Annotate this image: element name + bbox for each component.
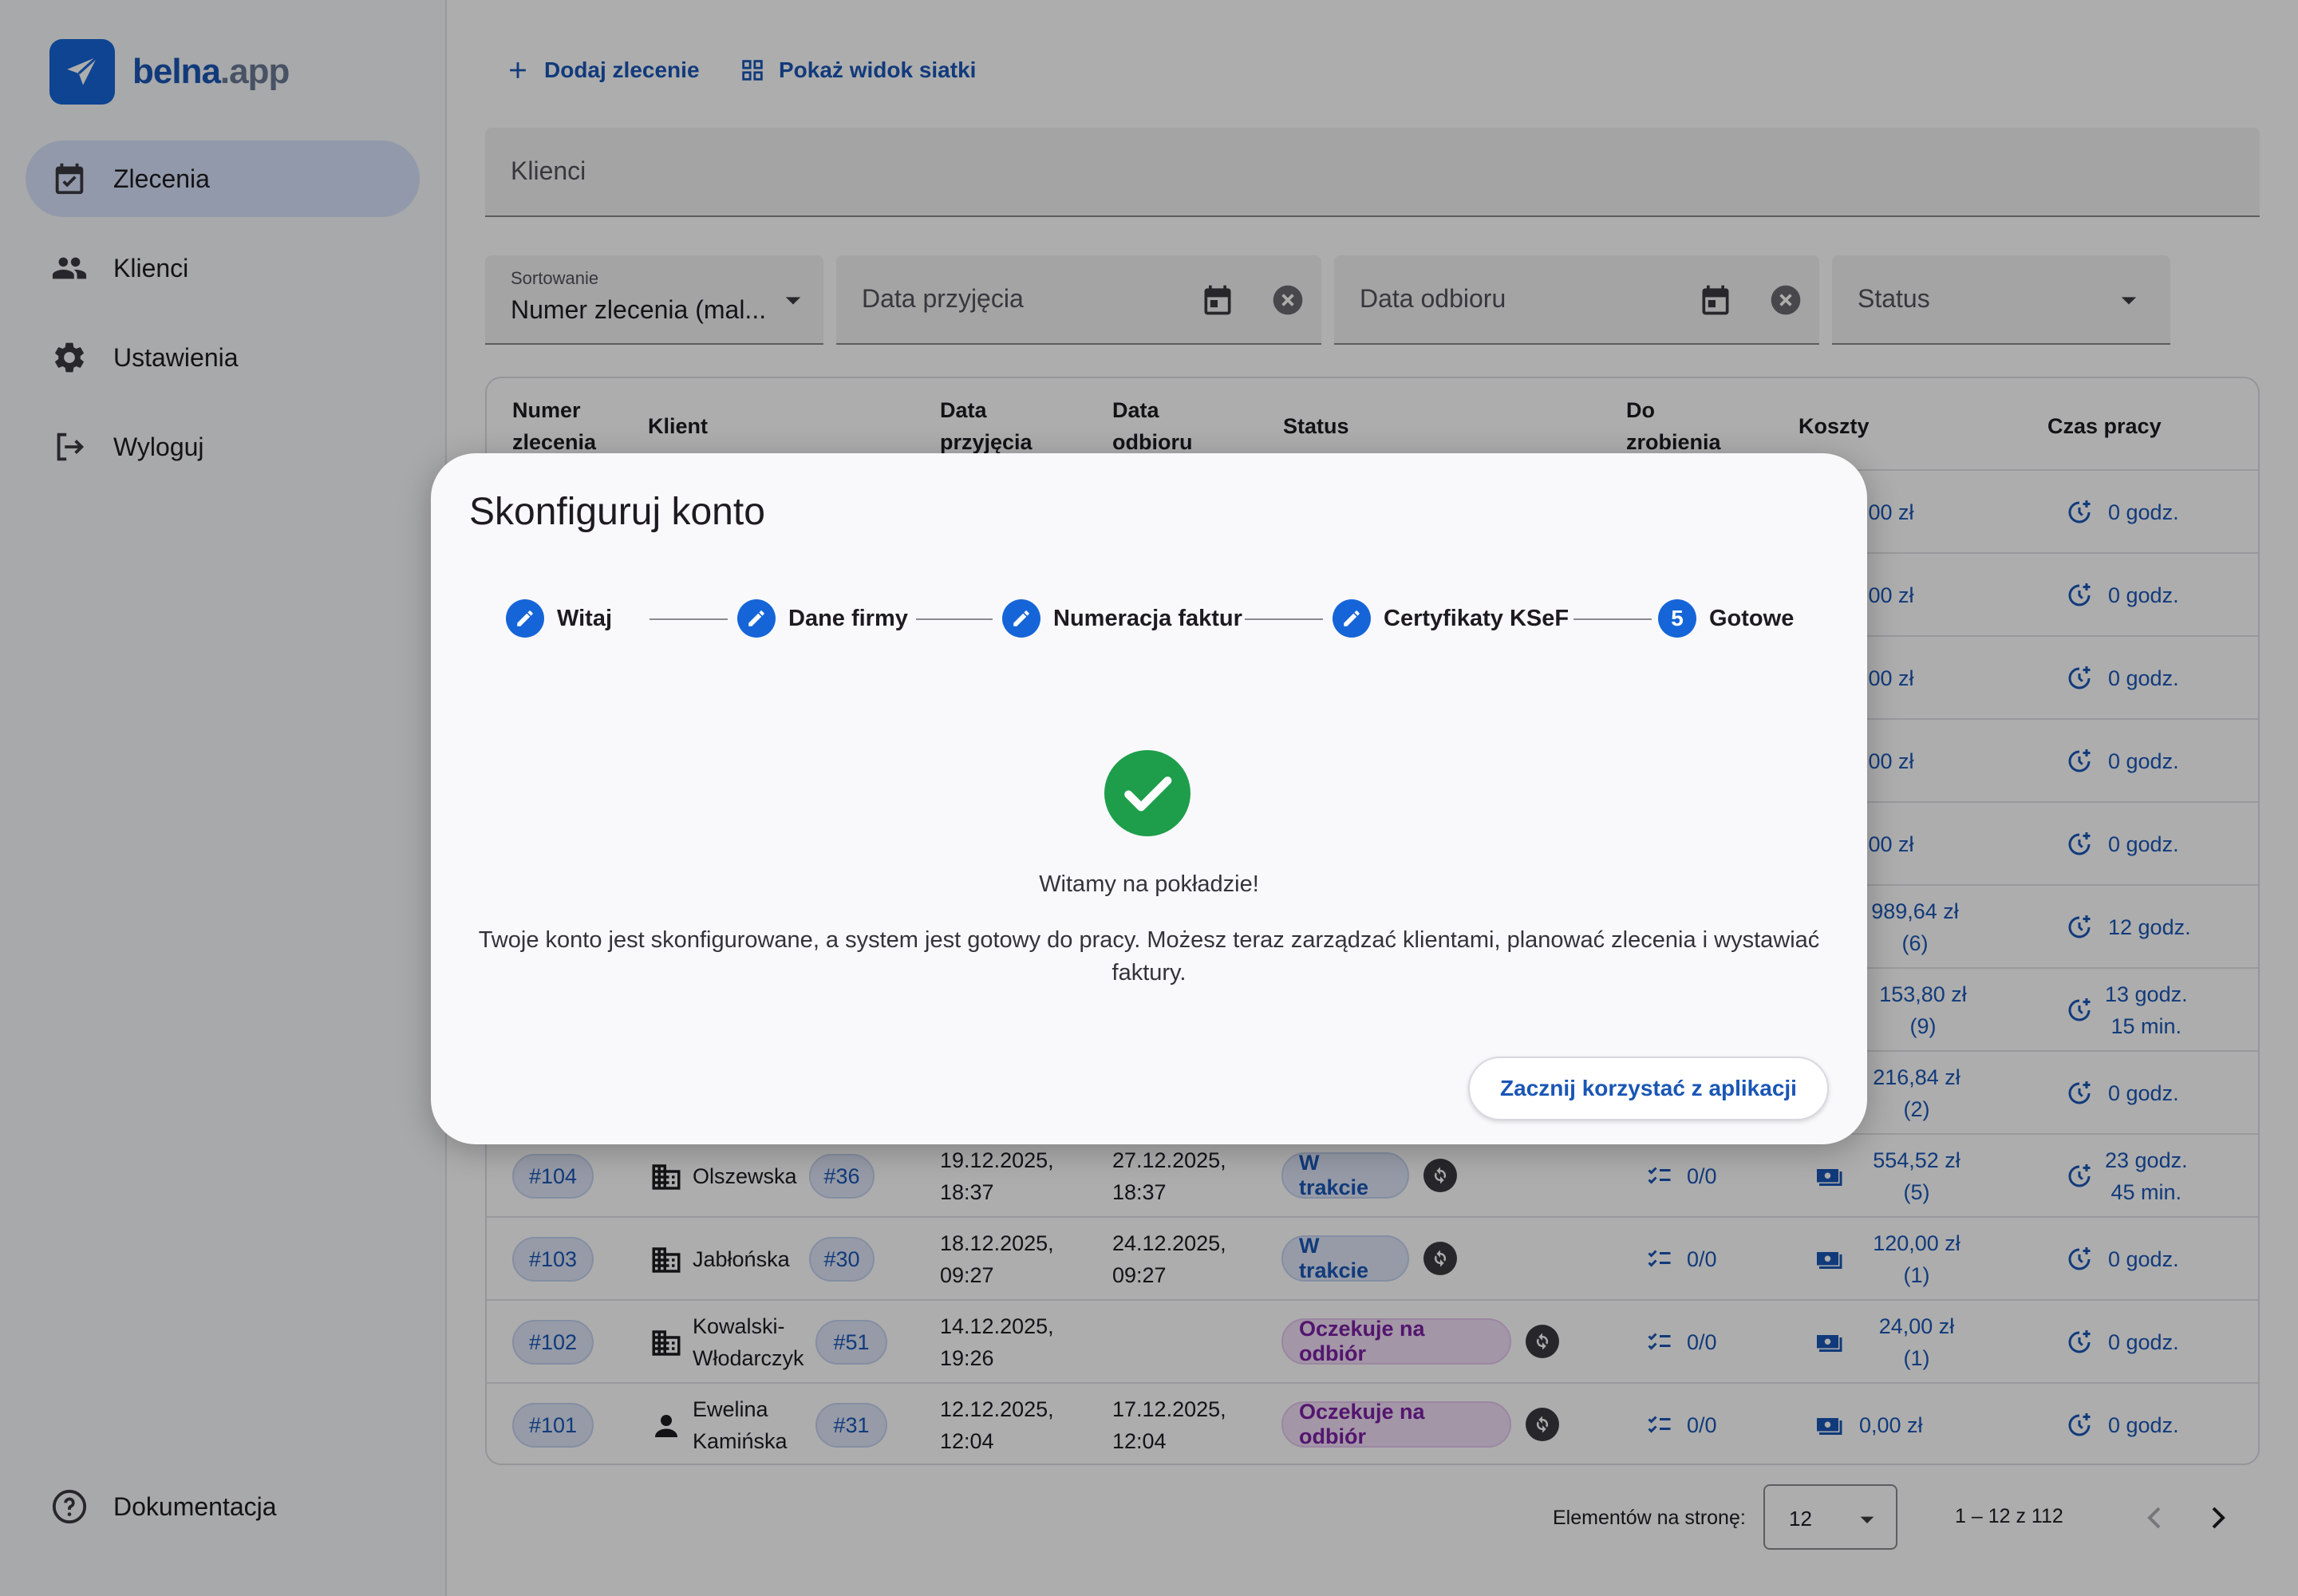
pencil-icon (1333, 599, 1371, 638)
step-number: 5 (1658, 599, 1696, 638)
dialog-title: Skonfiguruj konto (469, 491, 765, 533)
step-witaj[interactable]: Witaj (506, 598, 612, 638)
start-using-app-button[interactable]: Zacznij korzystać z aplikacji (1468, 1057, 1829, 1120)
step-gotowe[interactable]: 5 Gotowe (1658, 598, 1794, 638)
dialog-body: Twoje konto jest skonfigurowane, a syste… (478, 927, 1820, 986)
pencil-icon (737, 599, 776, 638)
dialog-heading: Witamy na pokładzie! (1039, 871, 1259, 897)
step-connector (1245, 618, 1323, 620)
check-circle-icon (1104, 750, 1190, 836)
step-connector (1573, 618, 1652, 620)
pencil-icon (1002, 599, 1040, 638)
pencil-icon (506, 599, 544, 638)
step-connector (916, 618, 993, 620)
step-connector (650, 618, 728, 620)
step-dane-firmy[interactable]: Dane firmy (737, 598, 908, 638)
step-certyfikaty-ksef[interactable]: Certyfikaty KSeF (1333, 598, 1569, 638)
setup-account-dialog: Skonfiguruj konto Witaj Dane firmy Numer… (431, 453, 1867, 1144)
step-numeracja-faktur[interactable]: Numeracja faktur (1002, 598, 1242, 638)
